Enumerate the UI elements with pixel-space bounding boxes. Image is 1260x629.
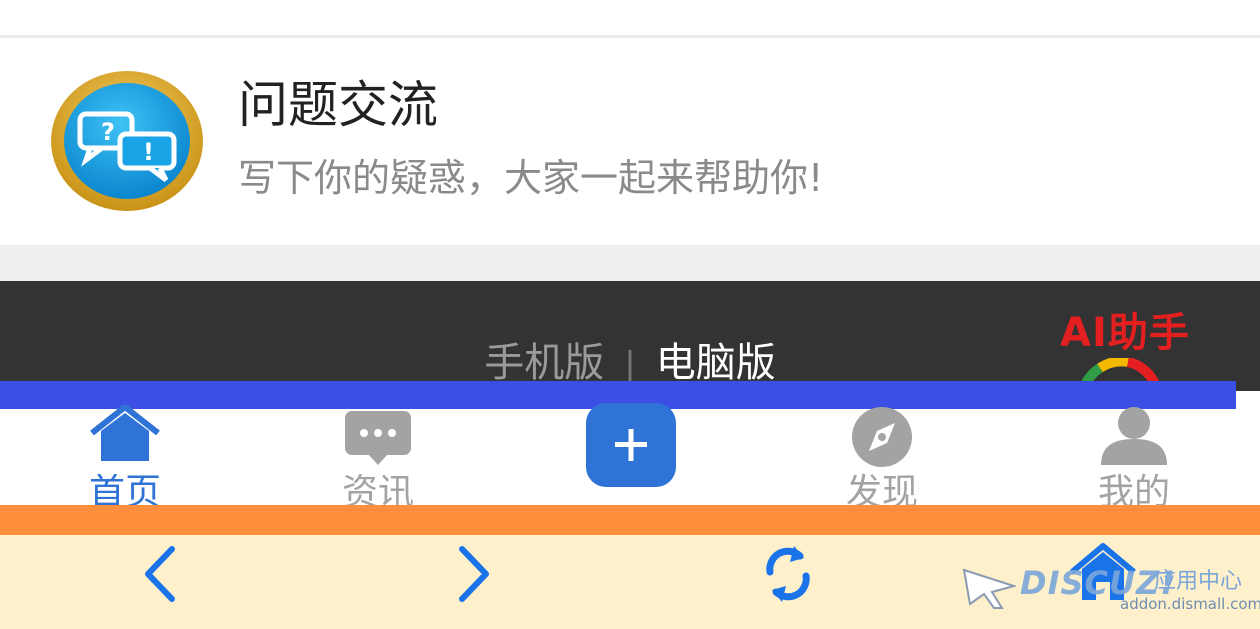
chat-bubbles-icon[interactable]: ? !	[50, 70, 204, 212]
watermark-url: addon.dismall.com	[1120, 595, 1260, 613]
compass-icon	[852, 407, 912, 467]
watermark-label: 应用中心	[1154, 569, 1243, 594]
section-gap	[0, 245, 1260, 281]
plus-icon	[615, 429, 647, 461]
user-icon	[1101, 407, 1167, 465]
new-post-button[interactable]	[586, 403, 676, 487]
forum-title[interactable]: 问题交流	[238, 74, 438, 136]
mobile-version-link[interactable]: 手机版	[484, 340, 604, 386]
svg-text:!: !	[143, 138, 154, 166]
tab-home[interactable]: 首页	[35, 405, 215, 513]
forward-icon[interactable]	[452, 543, 496, 605]
back-icon[interactable]	[138, 543, 182, 605]
message-icon	[345, 411, 411, 465]
footer-separator: |	[624, 345, 636, 385]
tab-news[interactable]: 资讯	[288, 409, 468, 513]
ai-assistant-label[interactable]: AI助手	[1060, 309, 1190, 357]
tab-mine[interactable]: 我的	[1044, 407, 1224, 513]
pc-version-link[interactable]: 电脑版	[656, 340, 776, 386]
svg-text:?: ?	[101, 118, 115, 146]
tab-discover[interactable]: 发现	[792, 407, 972, 513]
orange-stripe	[0, 505, 1260, 535]
cursor-icon	[962, 568, 1016, 609]
refresh-icon[interactable]	[760, 542, 816, 606]
forum-description: 写下你的疑惑，大家一起来帮助你!	[238, 156, 824, 200]
home-icon	[90, 405, 160, 461]
